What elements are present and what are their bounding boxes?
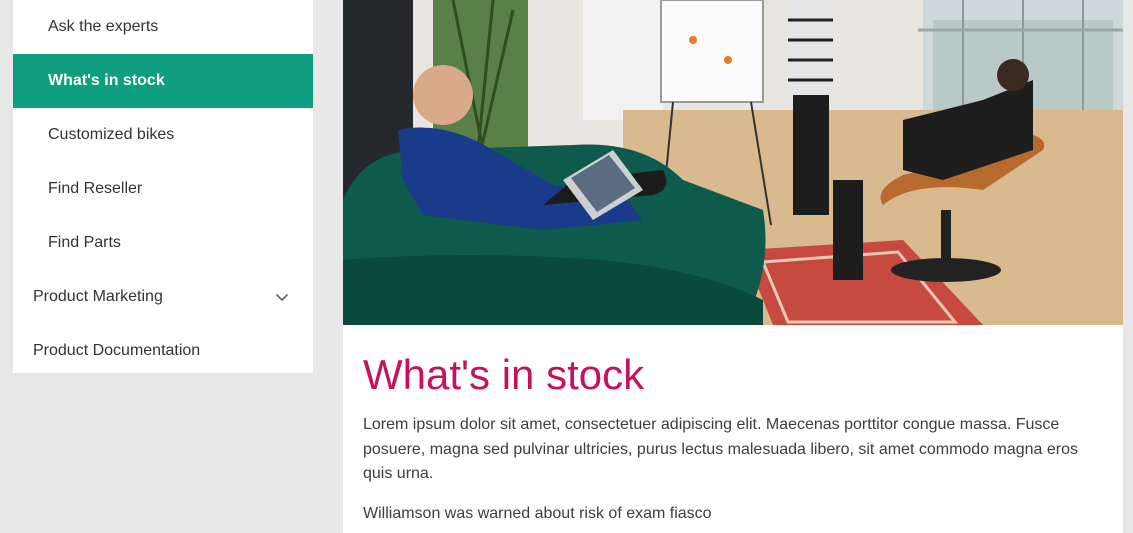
sidebar-item-label: Product Documentation	[33, 342, 201, 359]
main-content: What's in stock Lorem ipsum dolor sit am…	[343, 0, 1123, 533]
sidebar-item-product-marketing[interactable]: Product Marketing	[13, 270, 313, 324]
body-paragraph: Lorem ipsum dolor sit amet, consectetuer…	[363, 416, 1079, 482]
sidebar-item-product-documentation[interactable]: Product Documentation	[13, 324, 313, 378]
sidebar-item-find-reseller[interactable]: Find Reseller	[13, 162, 313, 216]
sidebar-item-whats-in-stock[interactable]: What's in stock	[13, 54, 313, 108]
page-title: What's in stock	[363, 351, 645, 398]
sidebar-item-label: Ask the experts	[48, 18, 159, 35]
sidebar-item-label: Product Marketing	[33, 288, 163, 305]
sidebar-item-label: Find Reseller	[48, 180, 143, 197]
sidebar-item-find-parts[interactable]: Find Parts	[13, 216, 313, 270]
sidebar-item-customized-bikes[interactable]: Customized bikes	[13, 108, 313, 162]
sidebar-item-ask-the-experts[interactable]: Ask the experts	[13, 0, 313, 54]
body-paragraph: Williamson was warned about risk of exam…	[363, 504, 712, 522]
sidebar-item-label: Find Parts	[48, 234, 121, 251]
chevron-down-icon[interactable]	[275, 290, 289, 304]
sidebar-item-label: What's in stock	[48, 72, 165, 89]
hero-image	[343, 0, 1123, 325]
sidebar-item-label: Customized bikes	[48, 126, 175, 143]
sidebar-nav: Ask the experts What's in stock Customiz…	[13, 0, 313, 373]
